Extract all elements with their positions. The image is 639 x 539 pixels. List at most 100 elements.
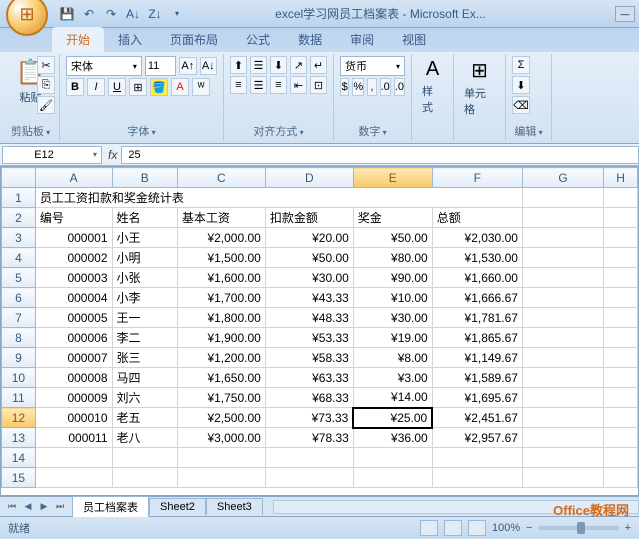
cell-F11[interactable]: ¥1,695.67 (432, 388, 522, 408)
cut-icon[interactable]: ✂ (37, 56, 55, 74)
increase-font-icon[interactable]: A↑ (179, 57, 196, 75)
cell-E6[interactable]: ¥10.00 (353, 288, 432, 308)
align-middle-icon[interactable]: ☰ (250, 56, 267, 74)
row-header-11[interactable]: 11 (2, 388, 36, 408)
cell-C6[interactable]: ¥1,700.00 (177, 288, 265, 308)
cell-F7[interactable]: ¥1,781.67 (432, 308, 522, 328)
comma-icon[interactable]: , (367, 78, 376, 96)
font-size-select[interactable]: 11 (145, 56, 176, 76)
align-top-icon[interactable]: ⬆ (230, 56, 247, 74)
row-header-2[interactable]: 2 (2, 208, 36, 228)
align-bottom-icon[interactable]: ⬇ (270, 56, 287, 74)
save-icon[interactable]: 💾 (58, 5, 76, 23)
cell-B10[interactable]: 马四 (112, 368, 177, 388)
fill-color-button[interactable]: 🪣 (150, 78, 168, 96)
cell-B13[interactable]: 老八 (112, 428, 177, 448)
font-name-select[interactable]: 宋体▾ (66, 56, 142, 76)
cell-C10[interactable]: ¥1,650.00 (177, 368, 265, 388)
cell-E11[interactable]: ¥14.00 (353, 388, 432, 408)
view-layout-icon[interactable] (444, 520, 462, 536)
cell-C3[interactable]: ¥2,000.00 (177, 228, 265, 248)
spreadsheet[interactable]: ABCDEFGH1员工工资扣款和奖金统计表2编号姓名基本工资扣款金额奖金总额30… (0, 166, 639, 496)
cell-F13[interactable]: ¥2,957.67 (432, 428, 522, 448)
cell-C7[interactable]: ¥1,800.00 (177, 308, 265, 328)
cell-D13[interactable]: ¥78.33 (265, 428, 353, 448)
tab-home[interactable]: 开始 (52, 27, 104, 52)
prev-sheet-icon[interactable]: ◀ (20, 501, 36, 512)
cell-E3[interactable]: ¥50.00 (353, 228, 432, 248)
col-header-F[interactable]: F (432, 168, 522, 188)
decrease-font-icon[interactable]: A↓ (200, 57, 217, 75)
zoom-slider[interactable] (539, 526, 619, 530)
cell-B4[interactable]: 小明 (112, 248, 177, 268)
cell-D6[interactable]: ¥43.33 (265, 288, 353, 308)
cell-A9[interactable]: 000007 (35, 348, 112, 368)
cell-A12[interactable]: 000010 (35, 408, 112, 428)
tab-view[interactable]: 视图 (388, 27, 440, 52)
table-header[interactable]: 姓名 (112, 208, 177, 228)
cell-C8[interactable]: ¥1,900.00 (177, 328, 265, 348)
cell-B3[interactable]: 小王 (112, 228, 177, 248)
cell-A10[interactable]: 000008 (35, 368, 112, 388)
cell-D5[interactable]: ¥30.00 (265, 268, 353, 288)
cell-B6[interactable]: 小李 (112, 288, 177, 308)
cell-D10[interactable]: ¥63.33 (265, 368, 353, 388)
phonetic-button[interactable]: ᵂ (192, 78, 210, 96)
tab-review[interactable]: 审阅 (336, 27, 388, 52)
col-header-C[interactable]: C (177, 168, 265, 188)
cell-A3[interactable]: 000001 (35, 228, 112, 248)
table-header[interactable]: 扣款金额 (265, 208, 353, 228)
cell-E8[interactable]: ¥19.00 (353, 328, 432, 348)
cell-D11[interactable]: ¥68.33 (265, 388, 353, 408)
cell-B8[interactable]: 李二 (112, 328, 177, 348)
cell-A5[interactable]: 000003 (35, 268, 112, 288)
minimize-button[interactable]: — (615, 6, 635, 22)
table-header[interactable]: 编号 (35, 208, 112, 228)
formula-input[interactable]: 25 (121, 146, 639, 164)
border-button[interactable]: ⊞ (129, 78, 147, 96)
cell-C11[interactable]: ¥1,750.00 (177, 388, 265, 408)
col-header-H[interactable]: H (604, 168, 638, 188)
cell-C12[interactable]: ¥2,500.00 (177, 408, 265, 428)
format-painter-icon[interactable]: 🖌 (37, 96, 55, 114)
view-normal-icon[interactable] (420, 520, 438, 536)
italic-button[interactable]: I (87, 78, 105, 96)
cell-F12[interactable]: ¥2,451.67 (432, 408, 522, 428)
cell-F6[interactable]: ¥1,666.67 (432, 288, 522, 308)
merge-icon[interactable]: ⊡ (310, 76, 327, 94)
table-title[interactable]: 员工工资扣款和奖金统计表 (35, 188, 522, 208)
cell-A6[interactable]: 000004 (35, 288, 112, 308)
col-header-A[interactable]: A (35, 168, 112, 188)
row-header-4[interactable]: 4 (2, 248, 36, 268)
fill-icon[interactable]: ⬇ (512, 76, 530, 94)
tab-layout[interactable]: 页面布局 (156, 27, 232, 52)
cell-E9[interactable]: ¥8.00 (353, 348, 432, 368)
row-header-12[interactable]: 12 (2, 408, 36, 428)
number-format-select[interactable]: 货币▾ (340, 56, 405, 76)
cell-A8[interactable]: 000006 (35, 328, 112, 348)
orientation-icon[interactable]: ↗ (290, 56, 307, 74)
redo-icon[interactable]: ↷ (102, 5, 120, 23)
cell-D7[interactable]: ¥48.33 (265, 308, 353, 328)
last-sheet-icon[interactable]: ⏭ (52, 501, 68, 512)
cell-D3[interactable]: ¥20.00 (265, 228, 353, 248)
zoom-in-icon[interactable]: + (625, 522, 631, 534)
tab-formulas[interactable]: 公式 (232, 27, 284, 52)
clear-icon[interactable]: ⌫ (512, 96, 530, 114)
row-header-14[interactable]: 14 (2, 448, 36, 468)
row-header-9[interactable]: 9 (2, 348, 36, 368)
cell-C9[interactable]: ¥1,200.00 (177, 348, 265, 368)
cell-D12[interactable]: ¥73.33 (265, 408, 353, 428)
undo-icon[interactable]: ↶ (80, 5, 98, 23)
cell-B12[interactable]: 老五 (112, 408, 177, 428)
cells-button[interactable]: ⊞ 单元格 (460, 56, 499, 119)
cell-E5[interactable]: ¥90.00 (353, 268, 432, 288)
dec-decimal-icon[interactable]: .0 (394, 78, 405, 96)
cell-F9[interactable]: ¥1,149.67 (432, 348, 522, 368)
align-right-icon[interactable]: ≡ (270, 76, 287, 94)
col-header-D[interactable]: D (265, 168, 353, 188)
col-header-B[interactable]: B (112, 168, 177, 188)
cell-F5[interactable]: ¥1,660.00 (432, 268, 522, 288)
row-header-1[interactable]: 1 (2, 188, 36, 208)
cell-B7[interactable]: 王一 (112, 308, 177, 328)
